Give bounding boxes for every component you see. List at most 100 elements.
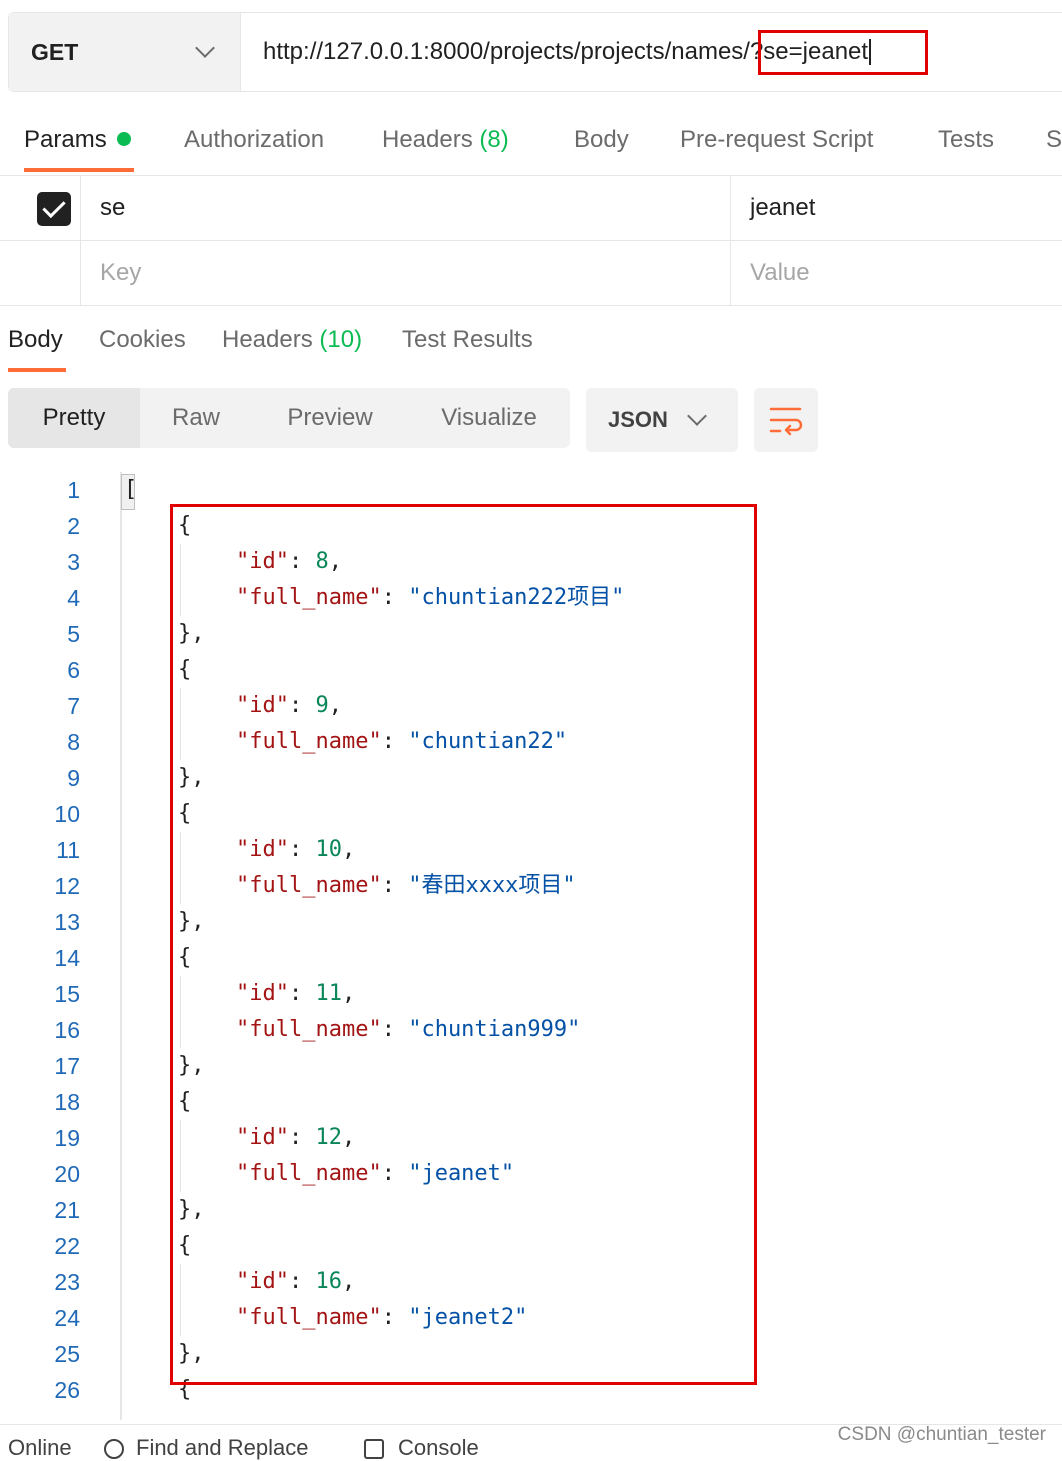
online-status[interactable]: Online <box>8 1435 72 1461</box>
line-number: 6 <box>67 657 80 683</box>
code-text: "id": 8, <box>236 549 342 574</box>
view-mode-raw[interactable]: Raw <box>140 388 252 448</box>
view-mode-preview[interactable]: Preview <box>270 388 390 448</box>
code-text: "full_name": "chuntian22" <box>236 729 568 754</box>
code-text: "full_name": "chuntian222项目" <box>236 585 625 610</box>
line-number: 16 <box>54 1017 80 1043</box>
url-bar: GET http://127.0.0.1:8000/projects/proje… <box>8 12 1062 92</box>
line-number: 11 <box>56 837 80 863</box>
indent-guide <box>180 976 181 1012</box>
code-line: 20 "full_name": "jeanet" <box>0 1156 1062 1192</box>
code-text: }, <box>178 765 205 790</box>
code-text: { <box>178 801 192 826</box>
code-text: "id": 9, <box>236 693 342 718</box>
view-mode-visualize[interactable]: Visualize <box>424 388 554 448</box>
console-icon <box>364 1439 384 1460</box>
divider <box>0 305 1062 306</box>
tab-authorization-label: Authorization <box>184 126 325 153</box>
code-line: 18 { <box>0 1084 1062 1120</box>
indent-guide <box>180 1012 181 1048</box>
code-line: 9}, <box>0 760 1062 796</box>
line-number: 7 <box>67 693 80 719</box>
response-tab-headers[interactable]: Headers (10) <box>222 326 362 354</box>
view-mode-pretty[interactable]: Pretty <box>8 388 140 448</box>
find-replace-button[interactable]: Find and Replace <box>104 1435 308 1461</box>
tab-headers[interactable]: Headers (8) <box>382 126 509 154</box>
tab-params-label: Params <box>24 126 107 153</box>
text-cursor <box>869 39 872 65</box>
language-label: JSON <box>608 407 668 432</box>
line-number: 13 <box>54 909 80 935</box>
line-number: 17 <box>54 1053 80 1079</box>
response-tab-headers-count: (10) <box>319 326 363 353</box>
line-number: 22 <box>54 1233 80 1259</box>
wrap-lines-icon <box>769 407 803 436</box>
param-key-field[interactable]: se <box>100 194 125 222</box>
divider <box>730 241 731 305</box>
code-line: 12 "full_name": "春田xxxx项目" <box>0 868 1062 904</box>
tab-tests-label: Tests <box>938 126 995 153</box>
line-number: 21 <box>54 1197 80 1223</box>
code-line: 2{ <box>0 508 1062 544</box>
line-number: 1 <box>67 477 80 503</box>
line-number: 14 <box>54 945 80 971</box>
code-text: { <box>178 657 192 682</box>
console-button[interactable]: Console <box>364 1435 479 1461</box>
code-text: }, <box>178 909 205 934</box>
response-tab-body[interactable]: Body <box>8 326 63 354</box>
url-input[interactable]: http://127.0.0.1:8000/projects/projects/… <box>241 13 1062 91</box>
line-number: 8 <box>67 729 80 755</box>
indent-guide <box>180 868 181 904</box>
language-select[interactable]: JSON <box>586 388 738 452</box>
code-line: 3 "id": 8, <box>0 544 1062 580</box>
code-text: "full_name": "jeanet2" <box>236 1305 528 1330</box>
divider <box>80 176 81 240</box>
code-text: { <box>178 1089 192 1114</box>
response-body-editor[interactable]: 1[2{3 "id": 8, 4 "full_name": "chuntian222项… <box>0 472 1062 1420</box>
console-label: Console <box>398 1435 479 1460</box>
tab-pre-request-script[interactable]: Pre-request Script <box>680 126 873 154</box>
param-value-input[interactable]: Value <box>750 259 810 287</box>
code-line: 6{ <box>0 652 1062 688</box>
tab-settings[interactable]: S <box>1046 126 1062 154</box>
code-text: }, <box>178 1341 205 1366</box>
line-number: 10 <box>54 801 80 827</box>
tab-body-label: Body <box>574 126 629 153</box>
code-text: "id": 12, <box>236 1125 356 1150</box>
indent-guide <box>180 724 181 760</box>
response-tab-cookies-label: Cookies <box>99 326 186 353</box>
tab-pre-request-script-label: Pre-request Script <box>680 126 874 153</box>
param-enabled-checkbox[interactable] <box>37 192 71 226</box>
param-key-input[interactable]: Key <box>100 259 141 287</box>
wrap-lines-button[interactable] <box>754 388 818 452</box>
request-tabs: Params Authorization Headers (8) Body Pr… <box>0 112 1062 174</box>
response-tab-cookies[interactable]: Cookies <box>99 326 186 354</box>
tab-authorization[interactable]: Authorization <box>184 126 324 154</box>
param-value-field[interactable]: jeanet <box>750 194 815 222</box>
code-line: 26 { <box>0 1372 1062 1408</box>
response-tab-test-results[interactable]: Test Results <box>402 326 533 354</box>
code-line: 15 "id": 11, <box>0 976 1062 1012</box>
code-text: }, <box>178 621 205 646</box>
code-text: "id": 10, <box>236 837 356 862</box>
code-line: 8 "full_name": "chuntian22" <box>0 724 1062 760</box>
tab-tests[interactable]: Tests <box>938 126 994 154</box>
tab-params[interactable]: Params <box>24 126 131 154</box>
indent-guide <box>180 580 181 616</box>
code-text: "full_name": "jeanet" <box>236 1161 515 1186</box>
tab-headers-label: Headers <box>382 126 473 153</box>
code-line: 25}, <box>0 1336 1062 1372</box>
code-text: [ <box>124 477 138 502</box>
code-text: "id": 11, <box>236 981 356 1006</box>
line-number: 15 <box>54 981 80 1007</box>
indent-guide <box>180 544 181 580</box>
method-select[interactable]: GET <box>9 13 241 91</box>
response-tab-test-results-label: Test Results <box>402 326 533 353</box>
line-number: 23 <box>54 1269 80 1295</box>
body-tab-underline <box>8 368 66 372</box>
line-number: 5 <box>67 621 80 647</box>
line-number: 19 <box>54 1125 80 1151</box>
code-line: 14 { <box>0 940 1062 976</box>
params-active-dot-icon <box>116 131 131 146</box>
tab-body[interactable]: Body <box>574 126 629 154</box>
